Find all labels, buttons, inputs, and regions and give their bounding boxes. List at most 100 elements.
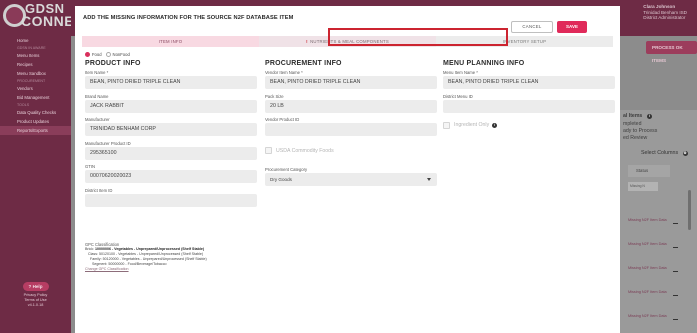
list-item[interactable]: Missing N2F Item Data — [628, 310, 684, 333]
ingredient-only-row: Ingredient Only i — [443, 119, 613, 132]
row-menu-icon[interactable] — [673, 271, 678, 272]
row-menu-icon[interactable] — [673, 223, 678, 224]
sidebar-item-vendors[interactable]: Vendors — [0, 84, 71, 93]
sidebar: GDSN CONNE Home GDSN IN AWARE Menu Items… — [0, 0, 74, 333]
process-ok-items-button[interactable]: PROCESS OK ITEMS — [646, 41, 697, 63]
sidebar-item-product-updates[interactable]: Product Updates — [0, 117, 71, 126]
gpc-classification: GPC Classification Brick: 10000006 - Veg… — [85, 242, 207, 272]
menu-planning-info-heading: MENU PLANNING INFO — [443, 60, 525, 67]
row-status-label: Missing N2F Item Data — [628, 266, 667, 270]
row-status-label: Missing N2F Item Data — [628, 290, 667, 294]
list-item[interactable]: Missing N2F Item Data — [628, 262, 684, 286]
list-item[interactable]: Missing N2F Item Data — [628, 238, 684, 262]
gpc-brick-prefix: Brick: — [85, 247, 95, 251]
district-item-id-label: District Item ID — [85, 187, 113, 193]
row-status-label: Missing N2F Item Data — [628, 218, 667, 222]
gtin-input[interactable]: 00070620020023 — [85, 170, 257, 183]
menu-item-name-field-group: Menu Item Name * BEAN, PINTO DRIED TRIPL… — [443, 70, 615, 89]
list-item[interactable]: Missing N2F Item Data — [628, 286, 684, 310]
procurement-info-section: PROCUREMENT INFO Vendor Item Name * BEAN… — [265, 60, 437, 191]
info-icon: i — [646, 114, 652, 119]
ready-to-process-label: ady to Process — [623, 128, 658, 134]
warning-icon: ! — [306, 39, 308, 44]
gpc-brick-value: 10000006 - Vegetables - Unprepared/Unpro… — [94, 247, 205, 251]
item-name-field-group: Item Name * BEAN, PINTO DRIED TRIPLE CLE… — [85, 70, 257, 89]
gdsn-connect-logo[interactable]: GDSN CONNE — [3, 1, 74, 29]
usda-commodity-label: USDA Commodity Foods — [276, 147, 334, 154]
change-gpc-classification-link[interactable]: Change GPC Classification — [85, 267, 207, 272]
district-item-id-field-group: District Item ID — [85, 187, 257, 207]
sidebar-footer: ? Help Privacy Policy Terms of Use v4.1.… — [0, 282, 71, 307]
status-column-header[interactable]: Status — [628, 165, 670, 177]
sidebar-item-reports-exports[interactable]: Reports/Exports — [0, 126, 71, 135]
list-item[interactable]: Missing N2F Item Data — [628, 214, 684, 238]
privacy-policy-link[interactable]: Privacy Policy — [0, 293, 71, 297]
help-button[interactable]: ? Help — [22, 282, 49, 291]
brand-name-label: Brand Name — [85, 93, 109, 99]
help-label: Help — [32, 284, 43, 289]
sidebar-item-recipes[interactable]: Recipes — [0, 60, 71, 69]
manufacturer-product-id-input[interactable]: 295365100 — [85, 146, 257, 160]
select-columns-label: Select Columns — [641, 150, 679, 156]
procurement-info-heading: PROCUREMENT INFO — [265, 60, 342, 67]
row-menu-icon[interactable] — [673, 247, 678, 248]
ingredient-only-checkbox[interactable] — [443, 121, 450, 129]
usda-commodity-field-group: USDA Commodity Foods — [265, 144, 435, 157]
logo-text-line2: CONNE — [21, 13, 75, 29]
procurement-category-value: Dry Goods — [270, 177, 292, 182]
cancel-button[interactable]: CANCEL — [511, 21, 553, 33]
manufacturer-product-id-field-group: Manufacturer Product ID 295365100 — [85, 141, 257, 160]
vendor-item-name-input[interactable]: BEAN, PINTO DRIED TRIPLE CLEAN — [265, 76, 437, 89]
sidebar-nav: Home GDSN IN AWARE Menu Items Recipes Me… — [0, 36, 71, 135]
help-icon: ? — [28, 284, 32, 289]
brand-name-field-group: Brand Name JACK RABBIT — [85, 93, 257, 113]
usda-commodity-row: USDA Commodity Foods — [265, 144, 435, 157]
usda-commodity-checkbox[interactable] — [265, 147, 272, 154]
select-columns-button[interactable]: Select Columns ⚙ — [641, 150, 688, 156]
district-menu-id-input[interactable] — [443, 99, 615, 113]
need-review-label: ed Review — [623, 135, 648, 141]
info-icon[interactable]: i — [492, 122, 498, 128]
terms-of-use-link[interactable]: Terms of Use — [0, 298, 71, 302]
sidebar-item-data-quality-checks[interactable]: Data Quality Checks — [0, 108, 71, 117]
product-info-section: PRODUCT INFO Item Name * BEAN, PINTO DRI… — [85, 60, 257, 211]
user-info[interactable]: Clara Johnson Trinidad Benham ISD Distri… — [643, 4, 687, 21]
pack-size-input[interactable]: 20 LB — [265, 99, 437, 113]
food-radio-label: Food — [92, 52, 102, 57]
district-item-id-input[interactable] — [85, 193, 257, 207]
vendor-product-id-input[interactable] — [265, 123, 437, 136]
product-info-heading: PRODUCT INFO — [85, 60, 141, 67]
tab-item-info[interactable]: ITEM INFO — [82, 36, 259, 47]
pack-size-label: Pack Size — [265, 93, 284, 99]
modal-title: ADD THE MISSING INFORMATION FOR THE SOUR… — [83, 15, 294, 21]
food-type-radio-group: Food NonFood — [85, 52, 134, 57]
user-role: District Administrator — [643, 15, 686, 20]
district-menu-id-label: District Menu ID — [443, 93, 473, 99]
food-radio[interactable] — [85, 52, 90, 57]
row-menu-icon[interactable] — [673, 319, 678, 320]
status-filter-select[interactable]: Missing N — [628, 182, 658, 191]
nonfood-radio-label: NonFood — [112, 52, 130, 57]
procurement-category-select[interactable]: Dry Goods — [265, 173, 437, 186]
sidebar-item-bid-management[interactable]: Bid Management — [0, 93, 71, 102]
sidebar-item-home[interactable]: Home — [0, 36, 71, 45]
sidebar-item-menu-items[interactable]: Menu Items — [0, 51, 71, 60]
brand-name-input[interactable]: JACK RABBIT — [85, 99, 257, 113]
sidebar-item-menu-sandbox[interactable]: Menu Sandbox — [0, 69, 71, 78]
pack-size-field-group: Pack Size 20 LB — [265, 93, 437, 113]
item-name-input[interactable]: BEAN, PINTO DRIED TRIPLE CLEAN — [85, 76, 257, 89]
scrollbar[interactable] — [688, 190, 691, 230]
menu-item-name-input[interactable]: BEAN, PINTO DRIED TRIPLE CLEAN — [443, 76, 615, 89]
menu-planning-info-section: MENU PLANNING INFO Menu Item Name * BEAN… — [443, 60, 615, 136]
nutrients-tab-highlight — [328, 28, 508, 46]
save-button[interactable]: SAVE — [557, 21, 587, 33]
row-menu-icon[interactable] — [673, 295, 678, 296]
gear-icon: ⚙ — [682, 151, 688, 156]
version-label: v4.1.0.18 — [27, 303, 44, 307]
manufacturer-input[interactable]: TRINIDAD BENHAM CORP — [85, 123, 257, 136]
procurement-category-field-group: Procurement Category Dry Goods — [265, 167, 437, 186]
nonfood-radio[interactable] — [105, 52, 111, 57]
total-items-label: al Items i — [623, 113, 652, 119]
status-list: Missing N2F Item Data Missing N2F Item D… — [628, 214, 684, 333]
ingredient-only-label: Ingredient Only — [454, 122, 490, 128]
